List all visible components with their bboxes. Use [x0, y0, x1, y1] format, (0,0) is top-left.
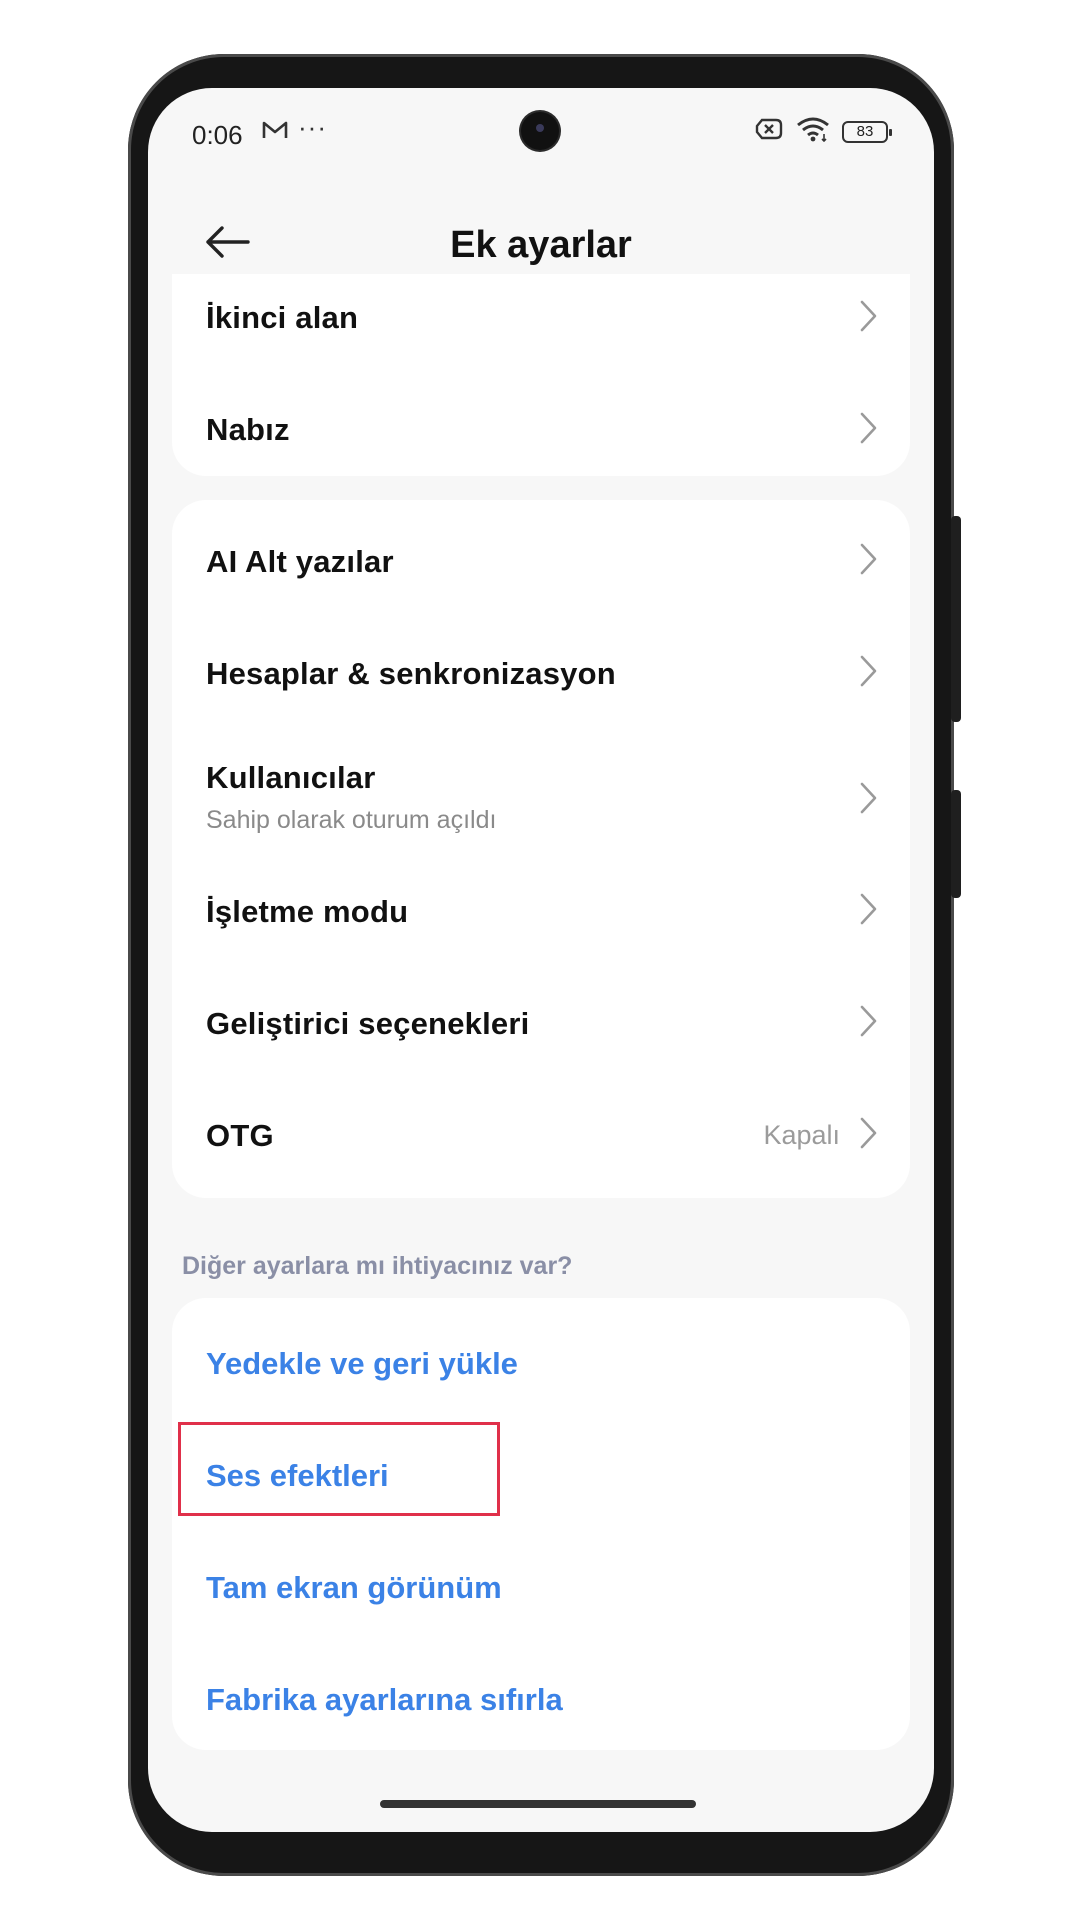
- link-label: Tam ekran görünüm: [206, 1570, 502, 1605]
- row-otg[interactable]: OTG Kapalı: [172, 1088, 910, 1198]
- link-tam-ekran[interactable]: Tam ekran görünüm: [172, 1522, 910, 1634]
- sim-off-icon: [754, 117, 784, 146]
- row-sublabel: Sahip olarak oturum açıldı: [206, 806, 497, 834]
- row-label: OTG: [206, 1118, 274, 1153]
- row-nabiz[interactable]: Nabız: [172, 366, 910, 476]
- row-label: Kullanıcılar: [206, 760, 376, 795]
- wifi-icon: [796, 116, 830, 147]
- chevron-right-icon: [860, 300, 877, 332]
- volume-button: [951, 516, 961, 722]
- row-gelistirici[interactable]: Geliştirici seçenekleri: [172, 976, 910, 1088]
- row-hesaplar[interactable]: Hesaplar & senkronizasyon: [172, 612, 910, 724]
- row-label: Geliştirici seçenekleri: [206, 1006, 530, 1041]
- settings-group-1: İkinci alan Nabız: [172, 274, 910, 476]
- link-label: Yedekle ve geri yükle: [206, 1346, 518, 1381]
- section-hint: Diğer ayarlara mı ihtiyacınız var?: [182, 1252, 573, 1280]
- chevron-right-icon: [860, 1005, 877, 1037]
- link-label: Fabrika ayarlarına sıfırla: [206, 1682, 563, 1717]
- more-settings-links: Yedekle ve geri yükle Ses efektleri Tam …: [172, 1298, 910, 1750]
- row-kullanicilar[interactable]: Kullanıcılar Sahip olarak oturum açıldı: [172, 724, 910, 864]
- row-label: İkinci alan: [206, 300, 359, 335]
- more-dots-icon: ···: [298, 112, 327, 142]
- chevron-right-icon: [860, 893, 877, 925]
- mail-icon: [260, 118, 290, 147]
- battery-icon: 83: [842, 120, 892, 143]
- status-bar: 0:06 ··· 83: [148, 88, 934, 172]
- page-title: Ek ayarlar: [450, 224, 632, 266]
- row-label: AI Alt yazılar: [206, 544, 394, 579]
- row-label: İşletme modu: [206, 894, 409, 929]
- settings-group-2: AI Alt yazılar Hesaplar & senkronizasyon…: [172, 500, 910, 1198]
- camera-punch-hole: [521, 112, 559, 150]
- chevron-right-icon: [860, 543, 877, 575]
- row-label: Nabız: [206, 412, 290, 447]
- otg-status-value: Kapalı: [763, 1120, 840, 1150]
- chevron-right-icon: [860, 1117, 877, 1149]
- link-fabrika-sifirla[interactable]: Fabrika ayarlarına sıfırla: [172, 1634, 910, 1750]
- home-indicator[interactable]: [380, 1800, 696, 1808]
- chevron-right-icon: [860, 412, 877, 444]
- row-isletme-modu[interactable]: İşletme modu: [172, 864, 910, 976]
- status-icons: 83: [754, 116, 892, 147]
- row-label: Hesaplar & senkronizasyon: [206, 656, 616, 691]
- status-time: 0:06: [192, 120, 243, 150]
- power-button: [951, 790, 961, 898]
- row-ai-alt-yazilar[interactable]: AI Alt yazılar: [172, 500, 910, 612]
- link-yedekle[interactable]: Yedekle ve geri yükle: [172, 1298, 910, 1410]
- screen: 0:06 ··· 83 Ek ayarlar İkinci alan Nabız…: [148, 88, 934, 1832]
- chevron-right-icon: [860, 655, 877, 687]
- highlight-annotation-box: [178, 1422, 500, 1516]
- chevron-right-icon: [860, 782, 877, 814]
